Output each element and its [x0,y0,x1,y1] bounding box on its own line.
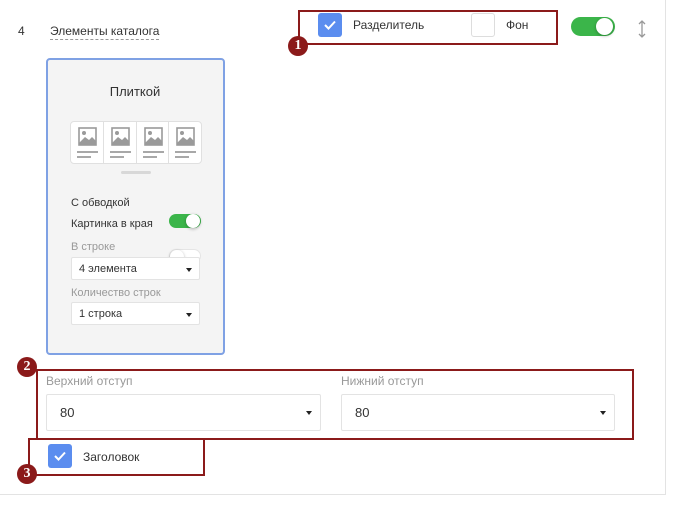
section-right-border [665,0,666,495]
toggle-knob [596,18,613,35]
rows-count-value: 1 строка [79,307,123,320]
per-row-select[interactable]: 4 элемента [71,257,200,280]
bordered-label: С обводкой [71,197,130,209]
row-enabled-toggle[interactable] [571,17,615,36]
chevron-down-icon [186,313,192,317]
tile-item [137,122,170,163]
annotation-marker-2: 2 [17,357,37,377]
tiles-scroll-indicator [121,171,151,174]
annotation-box-1 [298,10,558,45]
image-icon [176,127,196,146]
per-row-value: 4 элемента [79,262,137,275]
annotation-box-2 [36,369,634,440]
toggle-knob [186,214,200,228]
annotation-marker-3: 3 [17,464,37,484]
drag-handle-icon[interactable] [636,20,648,38]
edge-image-label: Картинка в края [71,218,153,230]
tile-item [169,122,201,163]
bordered-toggle[interactable] [169,214,201,228]
annotation-marker-1: 1 [288,36,308,56]
annotation-box-3 [28,438,205,476]
section-bottom-border [0,494,666,495]
image-icon [143,127,163,146]
chevron-down-icon [186,268,192,272]
image-icon [78,127,97,146]
tiles-preview [70,121,202,164]
row-number: 4 [18,24,25,38]
card-title: Плиткой [109,84,161,99]
tile-item [104,122,137,163]
tile-item [71,122,104,163]
rows-count-label: Количество строк [71,287,161,299]
row-title[interactable]: Элементы каталога [50,24,160,40]
per-row-label: В строке [71,241,116,253]
rows-count-select[interactable]: 1 строка [71,302,200,325]
image-icon [110,127,130,146]
